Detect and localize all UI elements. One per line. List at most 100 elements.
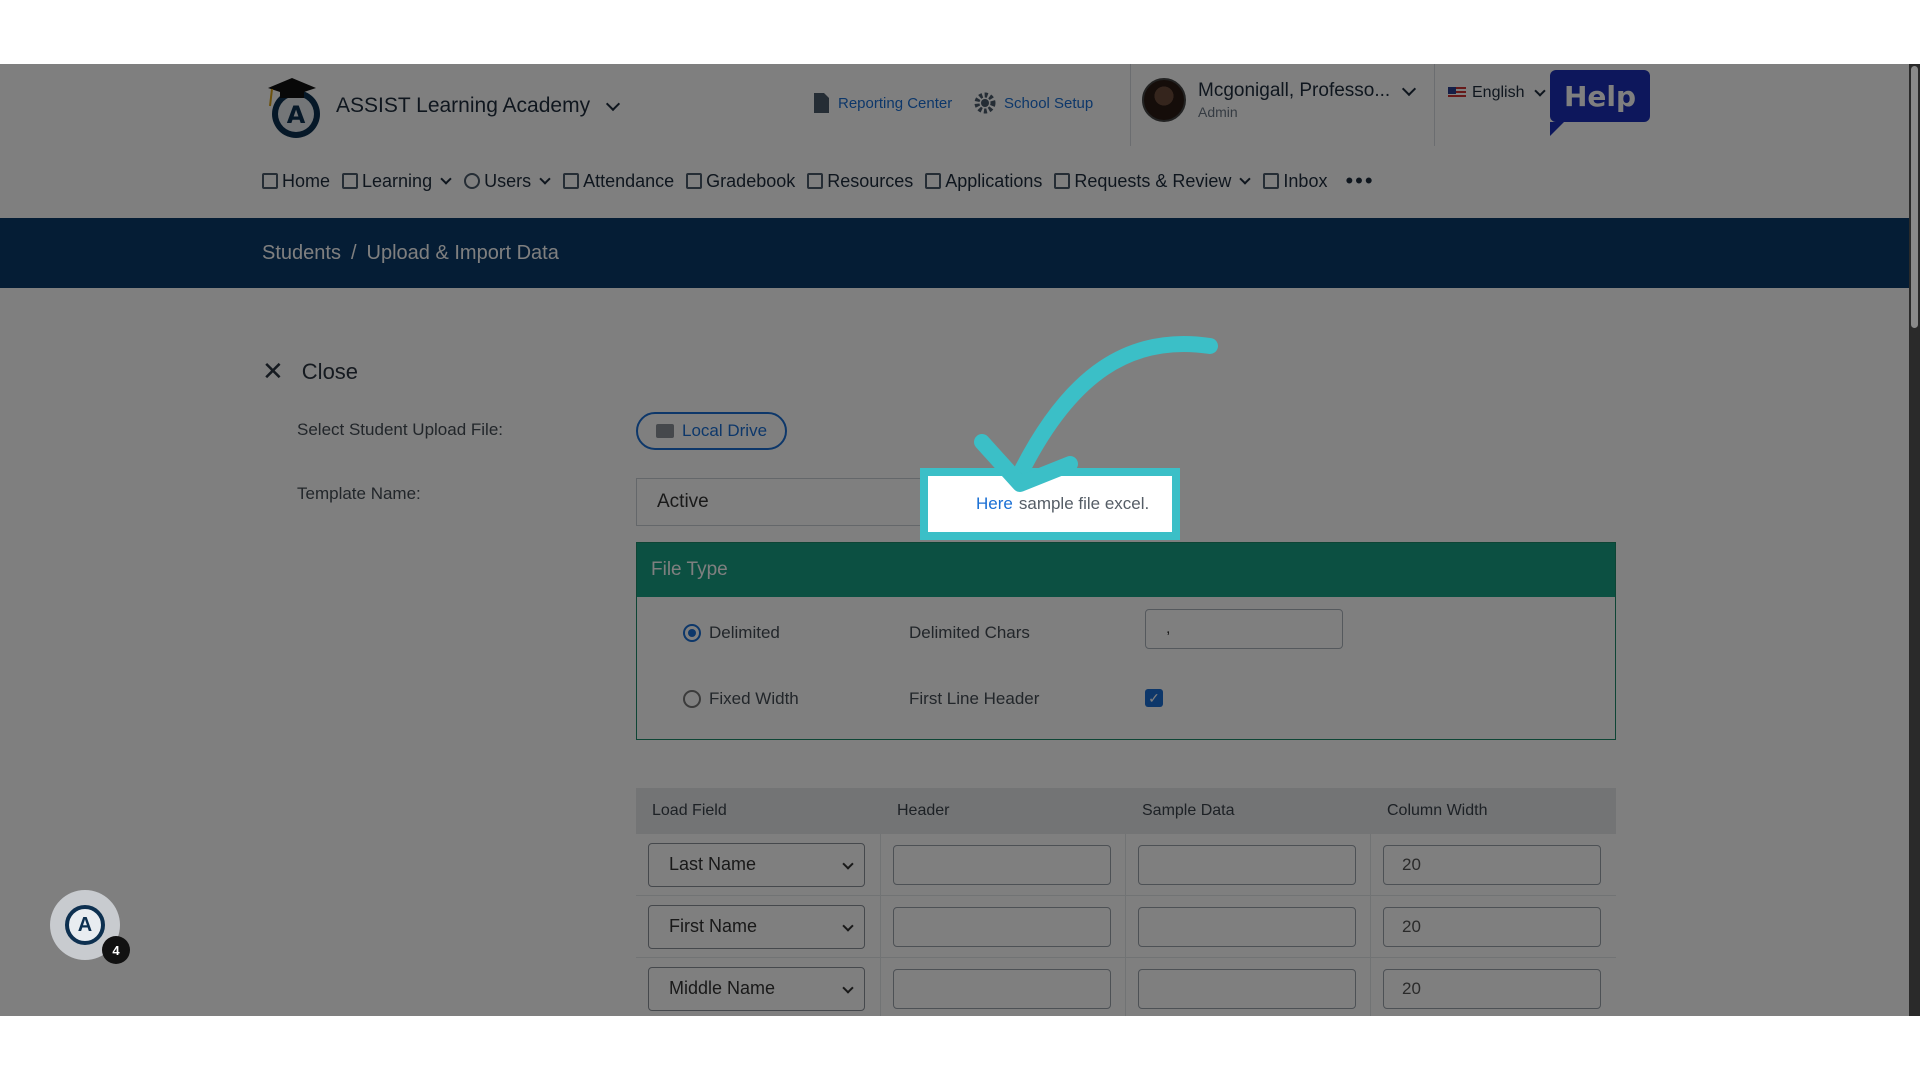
chevron-down-icon xyxy=(1534,85,1547,97)
mail-icon xyxy=(1263,173,1280,189)
divider xyxy=(1130,64,1131,146)
first-line-header-label: First Line Header xyxy=(909,689,1040,708)
chevron-down-icon xyxy=(440,173,452,185)
template-name-select[interactable]: Active xyxy=(636,478,936,526)
reporting-center-link[interactable]: Reporting Center xyxy=(812,92,952,114)
table-cell xyxy=(881,834,1126,895)
table-cell xyxy=(881,958,1126,1016)
gear-icon xyxy=(974,92,996,114)
table-cell: Middle Name xyxy=(636,958,881,1016)
load-field-select[interactable]: Last Name xyxy=(648,842,865,887)
sample-data-input[interactable] xyxy=(1138,906,1356,947)
school-setup-link[interactable]: School Setup xyxy=(974,92,1093,114)
load-field-select[interactable]: First Name xyxy=(648,904,865,949)
pointer-arrow-icon xyxy=(974,335,1218,492)
sample-data-input[interactable] xyxy=(1138,968,1356,1009)
flag-icon xyxy=(1448,87,1466,99)
more-menu-icon[interactable]: ••• xyxy=(1345,168,1374,194)
nav-label: Requests & Review xyxy=(1074,170,1232,191)
nav-item-users[interactable]: Users xyxy=(464,171,551,192)
column-width-input[interactable]: 20 xyxy=(1383,906,1601,947)
school-switcher[interactable]: A ASSIST Learning Academy xyxy=(262,70,621,142)
top-header: A ASSIST Learning Academy Reporting Cent… xyxy=(0,64,1920,218)
academy-logo-icon: A xyxy=(65,905,105,945)
file-type-panel: File Type Delimited Delimited Chars , Fi… xyxy=(636,542,1616,740)
table-cell: First Name xyxy=(636,896,881,957)
file-type-title: File Type xyxy=(637,543,1615,597)
column-width-input[interactable]: 20 xyxy=(1383,968,1601,1009)
nav-item-requests-review[interactable]: Requests & Review xyxy=(1054,170,1252,192)
nav-item-gradebook[interactable]: Gradebook xyxy=(686,171,795,192)
divider xyxy=(1434,64,1435,146)
table-cell: Last Name xyxy=(636,834,881,895)
local-drive-button[interactable]: Local Drive xyxy=(636,412,788,450)
column-width-input[interactable]: 20 xyxy=(1383,844,1601,885)
table-header: Load Field Header Sample Data Column Wid… xyxy=(636,788,1616,834)
template-name-label: Template Name: xyxy=(297,484,421,503)
nav-item-learning[interactable]: Learning xyxy=(342,171,452,192)
table-cell xyxy=(1126,896,1371,957)
close-button[interactable]: ✕ Close xyxy=(262,356,358,387)
app-frame: A ASSIST Learning Academy Reporting Cent… xyxy=(0,64,1920,1016)
scrollbar[interactable] xyxy=(1909,64,1920,1016)
nav-label: Users xyxy=(484,170,532,191)
school-setup-label: School Setup xyxy=(1004,94,1094,112)
nav-label: Resources xyxy=(827,170,914,191)
language-selector[interactable]: English xyxy=(1448,84,1547,102)
resources-icon xyxy=(807,173,824,189)
svg-text:A: A xyxy=(287,101,306,129)
column-header: Column Width xyxy=(1387,802,1488,819)
main-nav: Home Learning Users Attendance Gradebook Reso… xyxy=(262,168,1375,194)
book-icon xyxy=(342,173,359,189)
first-line-header-checkbox[interactable]: ✓ xyxy=(1145,689,1163,707)
chevron-down-icon xyxy=(1402,81,1417,97)
delimited-radio[interactable]: Delimited xyxy=(683,623,780,643)
delimited-chars-input[interactable]: , xyxy=(1145,609,1343,649)
chat-icon xyxy=(925,173,942,189)
user-name: Mcgonigall, Professo... xyxy=(1198,80,1391,101)
reporting-center-label: Reporting Center xyxy=(838,94,953,112)
fixed-width-label: Fixed Width xyxy=(709,689,799,708)
table-row: Middle Name 20 xyxy=(636,958,1616,1016)
help-button[interactable]: Help xyxy=(1550,70,1650,136)
nav-label: Inbox xyxy=(1283,170,1328,191)
select-file-label: Select Student Upload File: xyxy=(297,420,504,439)
assistant-launcher[interactable]: A 4 xyxy=(50,890,130,964)
sample-data-input[interactable] xyxy=(1138,844,1356,885)
nav-label: Attendance xyxy=(583,170,675,191)
nav-label: Learning xyxy=(362,170,433,191)
chevron-down-icon xyxy=(539,173,551,185)
column-header: Header xyxy=(897,802,950,819)
local-drive-label: Local Drive xyxy=(682,421,768,440)
close-icon: ✕ xyxy=(262,356,284,386)
header-input[interactable] xyxy=(893,906,1111,947)
list-icon xyxy=(563,173,580,189)
nav-label: Gradebook xyxy=(706,170,796,191)
load-field-select[interactable]: Middle Name xyxy=(648,966,865,1011)
column-header: Sample Data xyxy=(1142,802,1235,819)
table-cell xyxy=(881,896,1126,957)
radio-selected-icon xyxy=(683,624,701,642)
nav-item-attendance[interactable]: Attendance xyxy=(563,171,674,192)
table-cell: 20 xyxy=(1371,958,1616,1016)
scrollbar-thumb[interactable] xyxy=(1911,66,1918,328)
table-cell xyxy=(1126,834,1371,895)
breadcrumb-students[interactable]: Students xyxy=(262,242,341,265)
column-header: Load Field xyxy=(652,802,727,819)
nav-item-resources[interactable]: Resources xyxy=(807,171,913,192)
report-icon xyxy=(814,93,829,113)
radio-unselected-icon xyxy=(683,690,701,708)
header-input[interactable] xyxy=(893,844,1111,885)
nav-item-home[interactable]: Home xyxy=(262,171,330,192)
close-label: Close xyxy=(301,358,359,384)
document-icon xyxy=(1054,173,1071,189)
user-menu[interactable]: Mcgonigall, Professo... Admin xyxy=(1142,78,1417,122)
nav-item-inbox[interactable]: Inbox xyxy=(1263,171,1327,192)
nav-label: Home xyxy=(282,170,331,191)
table-row: Last Name 20 xyxy=(636,834,1616,896)
nav-item-applications[interactable]: Applications xyxy=(925,171,1042,192)
header-input[interactable] xyxy=(893,968,1111,1009)
notification-badge: 4 xyxy=(102,936,130,964)
fixed-width-radio[interactable]: Fixed Width xyxy=(683,689,799,709)
table-cell xyxy=(1126,958,1371,1016)
